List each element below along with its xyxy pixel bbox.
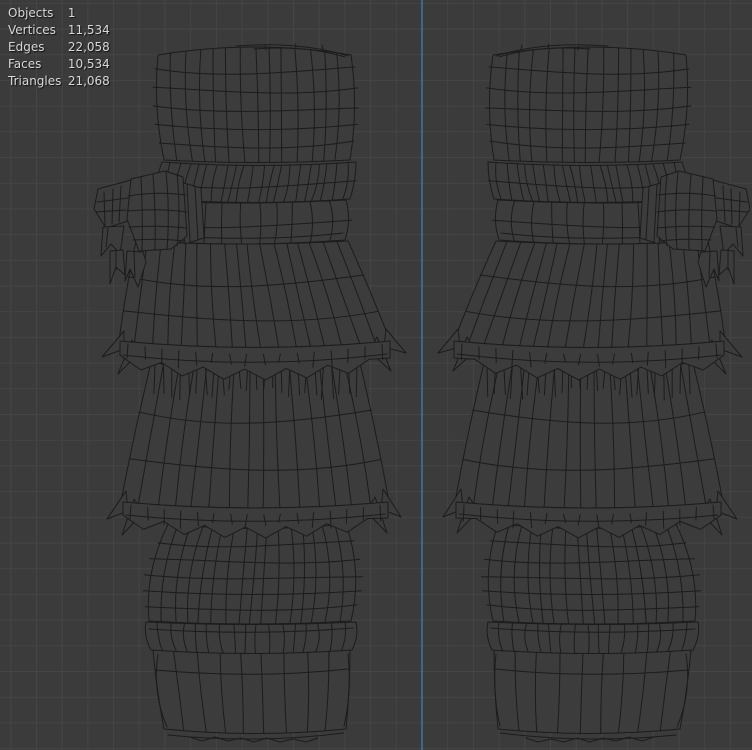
- 3d-viewport[interactable]: Objects 1 Vertices 11,534 Edges 22,058 F…: [0, 0, 752, 750]
- viewport-canvas[interactable]: [0, 0, 752, 750]
